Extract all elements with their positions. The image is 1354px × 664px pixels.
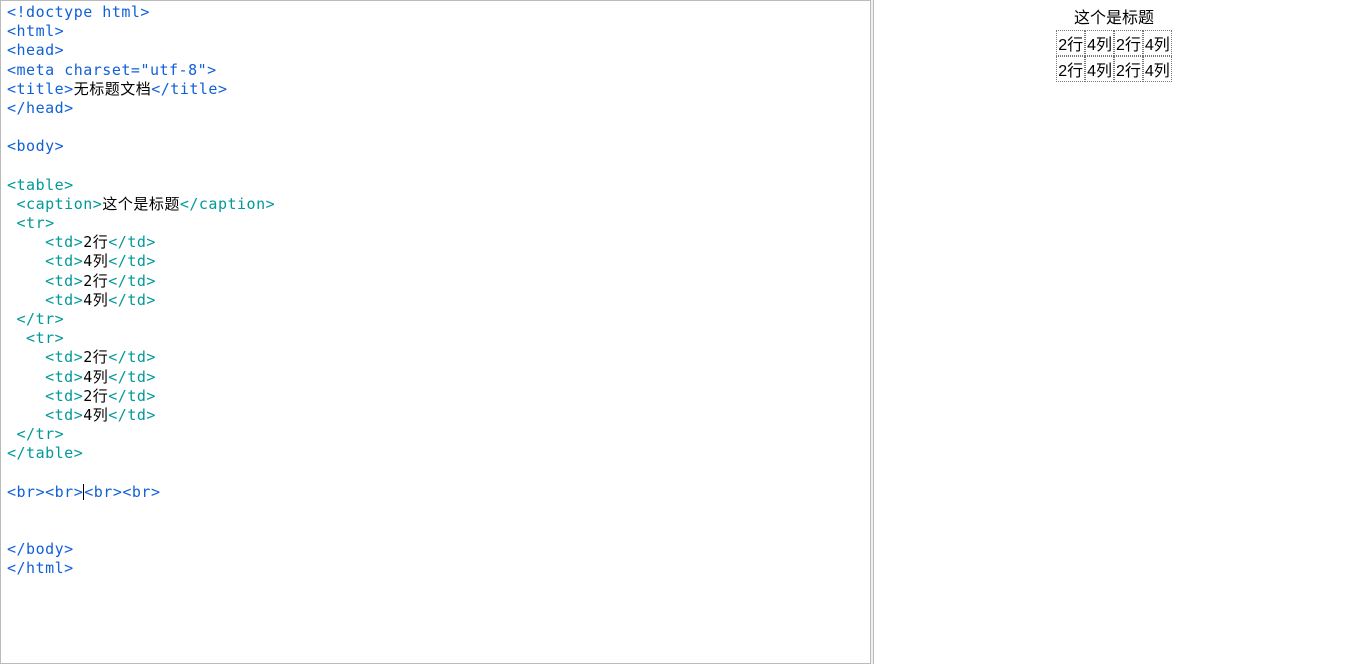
- code-token: </tr>: [7, 425, 64, 443]
- code-line[interactable]: </body>: [7, 540, 864, 559]
- code-token: </tr>: [7, 310, 64, 328]
- code-token: <table>: [7, 176, 74, 194]
- code-line[interactable]: <td>4列</td>: [7, 291, 864, 310]
- code-token: <td>: [7, 252, 83, 270]
- code-line[interactable]: <td>2行</td>: [7, 233, 864, 252]
- preview-table: 这个是标题 2行4列2行4列2行4列2行4列: [1056, 4, 1172, 82]
- code-token: <title>: [7, 80, 74, 98]
- code-line[interactable]: <title>无标题文档</title>: [7, 80, 864, 99]
- code-line[interactable]: <!doctype html>: [7, 3, 864, 22]
- code-line[interactable]: <html>: [7, 22, 864, 41]
- table-cell: 2行: [1056, 30, 1085, 56]
- code-token: 4列: [83, 368, 108, 386]
- code-line[interactable]: <table>: [7, 176, 864, 195]
- code-token: 4列: [83, 252, 108, 270]
- table-cell: 2行: [1114, 56, 1143, 82]
- code-line[interactable]: </tr>: [7, 425, 864, 444]
- table-row: 2行4列2行4列: [1056, 30, 1172, 56]
- code-token: </td>: [108, 233, 156, 251]
- code-token: </title>: [151, 80, 227, 98]
- code-line[interactable]: [7, 521, 864, 540]
- code-token: <td>: [7, 272, 83, 290]
- code-token: <td>: [7, 348, 83, 366]
- code-token: 无标题文档: [74, 80, 152, 98]
- code-line[interactable]: <td>2行</td>: [7, 272, 864, 291]
- code-token: <head>: [7, 41, 64, 59]
- code-token: <br>: [122, 483, 160, 501]
- code-line[interactable]: [7, 464, 864, 483]
- code-line[interactable]: <td>4列</td>: [7, 252, 864, 271]
- code-line[interactable]: <tr>: [7, 214, 864, 233]
- code-line[interactable]: <td>2行</td>: [7, 348, 864, 367]
- code-line[interactable]: </tr>: [7, 310, 864, 329]
- code-token: <td>: [7, 233, 83, 251]
- table-cell: 4列: [1143, 30, 1172, 56]
- code-token: <html>: [7, 22, 64, 40]
- code-line[interactable]: <td>2行</td>: [7, 387, 864, 406]
- code-token: 这个是标题: [102, 195, 180, 213]
- code-line[interactable]: <tr>: [7, 329, 864, 348]
- code-line[interactable]: <meta charset="utf-8">: [7, 61, 864, 80]
- code-line[interactable]: <head>: [7, 41, 864, 60]
- code-token: </td>: [108, 291, 156, 309]
- code-token: </td>: [108, 252, 156, 270]
- code-token: 4列: [83, 406, 108, 424]
- code-editor-pane[interactable]: <!doctype html><html><head> <meta charset…: [0, 0, 870, 664]
- code-token: </td>: [108, 387, 156, 405]
- code-token: 2行: [83, 233, 108, 251]
- code-line[interactable]: <td>4列</td>: [7, 368, 864, 387]
- table-row: 2行4列2行4列: [1056, 56, 1172, 82]
- table-cell: 2行: [1056, 56, 1085, 82]
- code-token: </td>: [108, 272, 156, 290]
- code-token: </table>: [7, 444, 83, 462]
- code-token: </td>: [108, 406, 156, 424]
- code-token: </html>: [7, 559, 74, 577]
- code-token: <br>: [84, 483, 122, 501]
- code-token: 2行: [83, 387, 108, 405]
- code-token: <td>: [7, 291, 83, 309]
- code-line[interactable]: </html>: [7, 559, 864, 578]
- code-token: <body>: [7, 137, 64, 155]
- table-cell: 2行: [1114, 30, 1143, 56]
- code-token: <td>: [7, 368, 83, 386]
- code-token: </td>: [108, 368, 156, 386]
- code-token: <!doctype html>: [7, 3, 150, 21]
- code-line[interactable]: [7, 157, 864, 176]
- table-cell: 4列: [1085, 30, 1114, 56]
- code-token: <td>: [7, 387, 83, 405]
- code-token: <meta: [7, 61, 64, 79]
- code-token: >: [207, 61, 217, 79]
- code-token: charset=: [64, 61, 140, 79]
- code-token: <br>: [7, 483, 45, 501]
- code-token: 2行: [83, 348, 108, 366]
- code-line[interactable]: </head>: [7, 99, 864, 118]
- code-token: </head>: [7, 99, 74, 117]
- preview-pane: 这个是标题 2行4列2行4列2行4列2行4列: [874, 0, 1354, 664]
- code-line[interactable]: <td>4列</td>: [7, 406, 864, 425]
- table-cell: 4列: [1085, 56, 1114, 82]
- code-token: </body>: [7, 540, 74, 558]
- code-line[interactable]: <caption>这个是标题</caption>: [7, 195, 864, 214]
- code-line[interactable]: <body>: [7, 137, 864, 156]
- code-token: 4列: [83, 291, 108, 309]
- code-token: </caption>: [180, 195, 275, 213]
- code-token: <br>: [45, 483, 83, 501]
- code-line[interactable]: [7, 502, 864, 521]
- preview-table-caption: 这个是标题: [1056, 4, 1172, 30]
- code-line[interactable]: [7, 118, 864, 137]
- table-cell: 4列: [1143, 56, 1172, 82]
- code-token: <tr>: [7, 329, 64, 347]
- code-token: <td>: [7, 406, 83, 424]
- code-token: <caption>: [7, 195, 102, 213]
- code-token: </td>: [108, 348, 156, 366]
- code-line[interactable]: <br><br><br><br>: [7, 483, 864, 502]
- code-token: <tr>: [7, 214, 55, 232]
- code-token: 2行: [83, 272, 108, 290]
- code-token: "utf-8": [140, 61, 207, 79]
- code-line[interactable]: </table>: [7, 444, 864, 463]
